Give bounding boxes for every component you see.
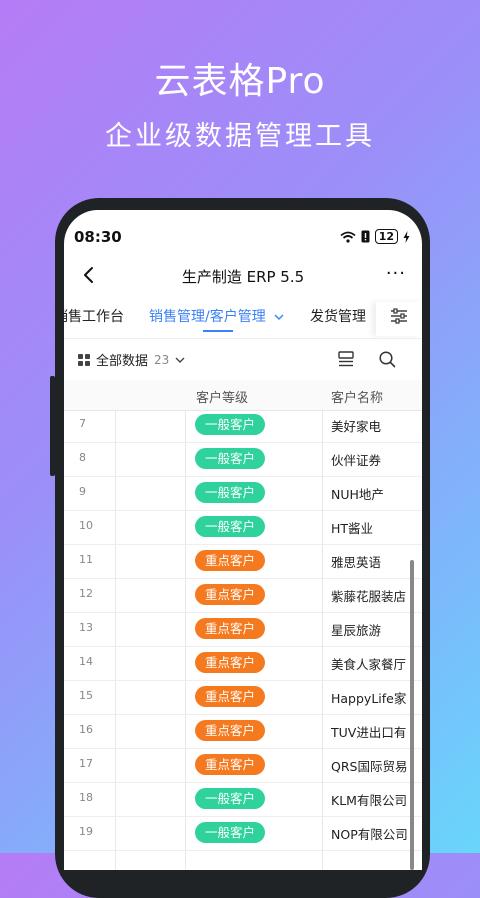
row-number: 13 xyxy=(79,621,93,634)
row-number: 8 xyxy=(79,451,86,464)
customer-name: 雅思英语 xyxy=(331,555,382,570)
tab-settings-button[interactable] xyxy=(376,302,422,336)
row-number: 17 xyxy=(79,757,93,770)
customer-level-tag: 一般客户 xyxy=(195,788,265,809)
table-row[interactable]: 19 一般客户 NOP有限公司 xyxy=(64,816,422,851)
table-row[interactable]: 15 重点客户 HappyLife家 xyxy=(64,680,422,715)
data-table: 客户等级 客户名称 7 一般客户 美好家电 8 一般客户 伙伴证券 9 一般客户 NUH地产 10… xyxy=(64,380,422,870)
status-bar: 08:30 12 xyxy=(74,228,410,248)
customer-level-tag: 一般客户 xyxy=(195,516,265,537)
customer-name: KLM有限公司 xyxy=(331,793,407,808)
nav-title: 生产制造 ERP 5.5 xyxy=(181,268,305,286)
table-row[interactable]: 7 一般客户 美好家电 xyxy=(64,408,422,443)
record-count: 23 xyxy=(154,352,170,367)
search-icon[interactable] xyxy=(379,351,396,368)
customer-name: HappyLife家 xyxy=(331,691,407,706)
active-tab-indicator xyxy=(203,330,233,332)
customer-name: TUV进出口有 xyxy=(331,725,407,740)
customer-level-tag: 一般客户 xyxy=(195,482,265,503)
promo-subtitle: 企业级数据管理工具 xyxy=(105,121,375,152)
table-header: 客户等级 客户名称 xyxy=(64,380,422,411)
customer-level-tag: 重点客户 xyxy=(195,686,265,707)
customer-level-tag: 重点客户 xyxy=(195,720,265,741)
customer-level-tag: 一般客户 xyxy=(195,414,265,435)
promo-title: 云表格Pro xyxy=(154,61,326,102)
view-selector[interactable]: 全部数据 23 xyxy=(78,350,185,369)
table-row[interactable]: 11 重点客户 雅思英语 xyxy=(64,544,422,579)
customer-level-tag: 重点客户 xyxy=(195,754,265,775)
customer-name: NOP有限公司 xyxy=(331,827,408,842)
customer-level-tag: 重点客户 xyxy=(195,550,265,571)
sim-alert-icon xyxy=(361,230,370,243)
phone-side-button-right-2 xyxy=(425,488,430,550)
customer-name: 伙伴证券 xyxy=(331,453,382,468)
table-row[interactable]: 14 重点客户 美食人家餐厅 xyxy=(64,646,422,681)
customer-name: 紫藤花服装店 xyxy=(331,589,407,604)
sliders-icon xyxy=(391,308,407,324)
row-number: 10 xyxy=(79,519,93,532)
customer-level-tag: 重点客户 xyxy=(195,652,265,673)
tab-label: 销售管理/客户管理 xyxy=(149,309,266,325)
row-number: 12 xyxy=(79,587,93,600)
scrollbar[interactable] xyxy=(410,560,414,870)
customer-name: 美食人家餐厅 xyxy=(331,657,407,672)
tab-bar: 销售工作台 销售管理/客户管理 发货管理 xyxy=(64,302,422,338)
tab-shipping-management[interactable]: 发货管理 xyxy=(310,306,366,326)
wifi-icon xyxy=(340,231,356,243)
table-row[interactable]: 10 一般客户 HT酱业 xyxy=(64,510,422,545)
customer-name: NUH地产 xyxy=(331,487,384,502)
table-row[interactable]: 12 重点客户 紫藤花服装店 xyxy=(64,578,422,613)
customer-name: HT酱业 xyxy=(331,521,374,536)
row-number: 9 xyxy=(79,485,86,498)
customer-name: QRS国际贸易 xyxy=(331,759,408,774)
row-number: 14 xyxy=(79,655,93,668)
phone-screen: 08:30 12 生产制造 ERP 5.5 ··· 销售工作台 xyxy=(64,210,422,870)
row-height-icon[interactable] xyxy=(338,351,354,367)
customer-level-tag: 一般客户 xyxy=(195,448,265,469)
table-toolbar: 全部数据 23 xyxy=(64,348,422,374)
chevron-down-icon xyxy=(175,357,185,363)
customer-level-tag: 重点客户 xyxy=(195,618,265,639)
tab-sales-workbench[interactable]: 销售工作台 xyxy=(64,306,124,326)
table-row[interactable]: 16 重点客户 TUV进出口有 xyxy=(64,714,422,749)
chevron-down-icon xyxy=(274,314,284,320)
row-number: 19 xyxy=(79,825,93,838)
row-number: 7 xyxy=(79,417,86,430)
phone-side-button-right-1 xyxy=(425,405,430,445)
customer-level-tag: 重点客户 xyxy=(195,584,265,605)
row-number: 16 xyxy=(79,723,93,736)
table-row[interactable]: 17 重点客户 QRS国际贸易 xyxy=(64,748,422,783)
row-number: 11 xyxy=(79,553,93,566)
phone-side-button-left xyxy=(50,376,55,476)
column-header-name[interactable]: 客户名称 xyxy=(331,387,383,406)
row-number: 18 xyxy=(79,791,93,804)
table-row[interactable]: 13 重点客户 星辰旅游 xyxy=(64,612,422,647)
customer-level-tag: 一般客户 xyxy=(195,822,265,843)
charging-icon xyxy=(403,230,410,243)
table-row[interactable]: 18 一般客户 KLM有限公司 xyxy=(64,782,422,817)
table-row[interactable]: 8 一般客户 伙伴证券 xyxy=(64,442,422,477)
more-options-icon[interactable]: ··· xyxy=(386,265,406,283)
tab-customer-management[interactable]: 销售管理/客户管理 xyxy=(149,306,284,326)
tab-divider xyxy=(64,338,422,339)
grid-view-icon xyxy=(78,353,90,366)
status-icons: 12 xyxy=(340,229,410,244)
customer-name: 星辰旅游 xyxy=(331,623,382,638)
customer-name: 美好家电 xyxy=(331,419,382,434)
status-time: 08:30 xyxy=(74,228,122,246)
view-label: 全部数据 xyxy=(96,354,149,369)
battery-indicator: 12 xyxy=(374,229,398,244)
nav-bar: 生产制造 ERP 5.5 ··· xyxy=(64,262,422,292)
table-row[interactable]: 9 一般客户 NUH地产 xyxy=(64,476,422,511)
column-header-level[interactable]: 客户等级 xyxy=(196,387,248,406)
row-number: 15 xyxy=(79,689,93,702)
